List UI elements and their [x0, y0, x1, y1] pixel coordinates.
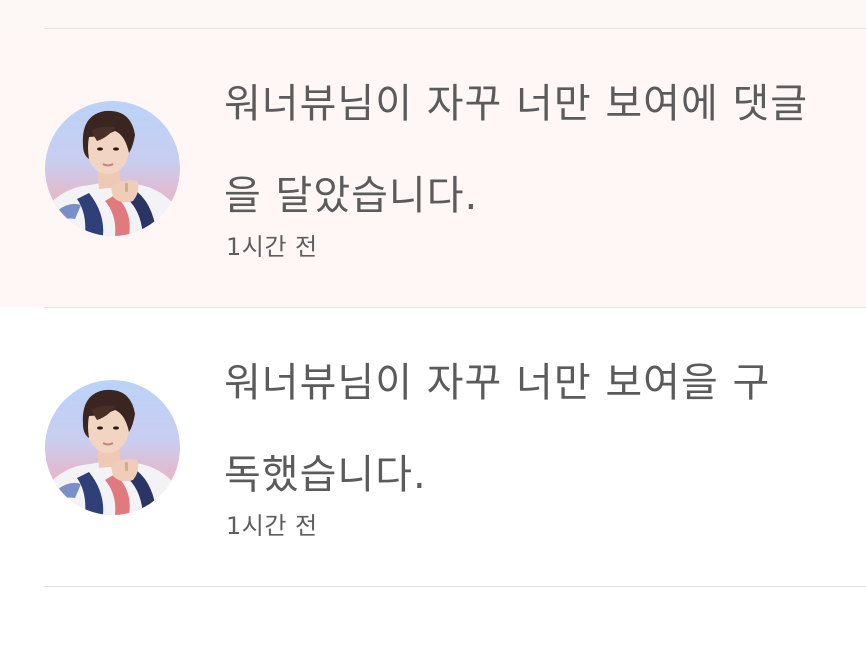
notification-item-subscribe[interactable]: 워너뷰님이 자꾸 너만 보여을 구독했습니다. 1시간 전: [0, 308, 866, 586]
user-avatar[interactable]: [45, 101, 180, 236]
divider: [44, 586, 866, 587]
user-avatar-photo-icon: [45, 110, 180, 236]
user-avatar[interactable]: [45, 380, 180, 515]
user-avatar-photo-icon: [45, 389, 180, 515]
notification-list: 워너뷰님이 자꾸 너만 보여에 댓글을 달았습니다. 1시간 전 워너뷰님이 자…: [0, 0, 866, 649]
notification-time: 1시간 전: [226, 233, 318, 261]
notification-message: 워너뷰님이 자꾸 너만 보여을 구독했습니다.: [224, 360, 771, 498]
notification-message: 워너뷰님이 자꾸 너만 보여에 댓글을 달았습니다.: [224, 81, 809, 219]
notification-time: 1시간 전: [226, 512, 318, 540]
notification-item-comment[interactable]: 워너뷰님이 자꾸 너만 보여에 댓글을 달았습니다. 1시간 전: [0, 29, 866, 307]
previous-notification-edge: [0, 0, 866, 29]
